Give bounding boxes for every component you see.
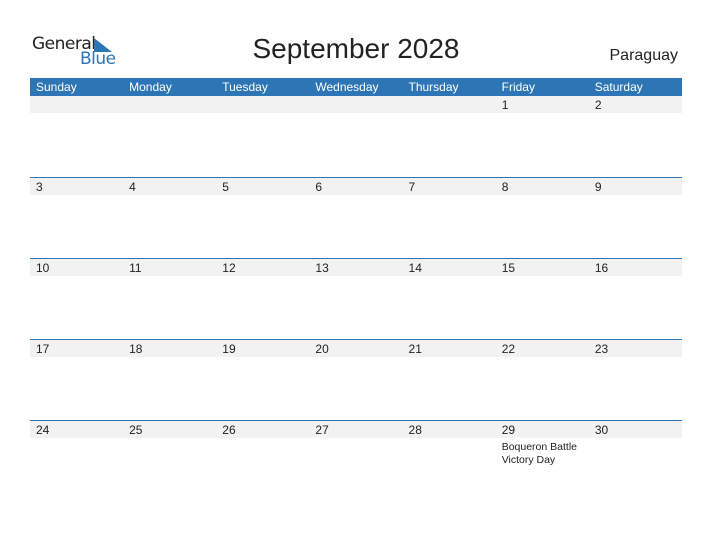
day-number: 25	[129, 423, 143, 437]
day-cell: 11	[123, 259, 216, 340]
holiday-label: Boqueron Battle Victory Day	[501, 441, 577, 466]
day-cell: 1	[496, 96, 589, 177]
day-cell: 12	[216, 259, 309, 340]
day-cell: 6	[309, 178, 402, 259]
day-cell: 20	[309, 340, 402, 421]
week-row: 10 11 12 13 14 15 16	[30, 258, 682, 340]
day-number: 10	[36, 261, 50, 275]
day-cell: 3	[30, 178, 123, 259]
weekday-thursday: Thursday	[408, 80, 459, 94]
calendar-title: September 2028	[252, 33, 460, 64]
day-cell: 9	[589, 178, 682, 259]
day-cell	[403, 96, 496, 177]
day-cell: 24	[30, 421, 123, 502]
week-row: 3 4 5 6 7 8 9	[30, 177, 682, 259]
day-number: 27	[315, 423, 329, 437]
day-cell: 26	[216, 421, 309, 502]
day-number: 13	[315, 261, 329, 275]
day-cell: 29 Boqueron Battle Victory Day	[496, 421, 589, 502]
day-number: 11	[129, 261, 142, 275]
day-cell: 18	[123, 340, 216, 421]
week-row: 24 25 26 27 28 29 Boqueron Battle Victory Day 3…	[30, 420, 682, 502]
day-cell: 25	[123, 421, 216, 502]
day-number: 4	[129, 180, 136, 194]
day-cell: 21	[403, 340, 496, 421]
day-number: 22	[501, 342, 516, 356]
day-number: 17	[36, 342, 50, 356]
weekday-wednesday: Wednesday	[315, 80, 379, 94]
day-number: 26	[222, 423, 236, 437]
day-cell: 17	[30, 340, 123, 421]
day-number: 9	[594, 180, 602, 194]
day-cell: 30	[589, 421, 682, 502]
day-cell: 4	[123, 178, 216, 259]
day-cell: 22	[496, 340, 589, 421]
day-cell: 5	[216, 178, 309, 259]
country-label: Paraguay	[609, 47, 679, 64]
day-number: 20	[315, 342, 329, 356]
weekday-friday: Friday	[501, 80, 535, 94]
day-number: 1	[501, 98, 509, 112]
day-number: 14	[408, 261, 422, 275]
day-number: 23	[594, 342, 609, 356]
day-number: 19	[222, 342, 236, 356]
day-number: 16	[594, 261, 609, 275]
day-number: 8	[501, 180, 509, 194]
day-number: 24	[36, 423, 50, 437]
day-cell	[216, 96, 309, 177]
day-cell: 16	[589, 259, 682, 340]
day-cell: 8	[496, 178, 589, 259]
day-cell: 15	[496, 259, 589, 340]
day-cell: 19	[216, 340, 309, 421]
week-row: 17 18 19 20 21 22 23	[30, 339, 682, 421]
day-cell: 27	[309, 421, 402, 502]
day-number: 5	[222, 180, 229, 194]
week-row: 12	[30, 96, 682, 177]
day-cell: 2	[589, 96, 682, 177]
day-cell	[123, 96, 216, 177]
day-number: 12	[222, 261, 236, 275]
day-number: 3	[36, 180, 43, 194]
day-cell: 23	[589, 340, 682, 421]
weekday-saturday: Saturday	[594, 80, 643, 94]
day-number: 21	[408, 342, 422, 356]
day-number: 30	[594, 423, 609, 437]
day-number: 18	[129, 342, 143, 356]
day-cell: 7	[403, 178, 496, 259]
weekday-sunday: Sunday	[36, 80, 77, 94]
day-cell: 13	[309, 259, 402, 340]
day-cell	[309, 96, 402, 177]
day-cell	[30, 96, 123, 177]
day-cell: 28	[403, 421, 496, 502]
day-number: 2	[594, 98, 602, 112]
day-number: 7	[408, 180, 416, 194]
weekday-tuesday: Tuesday	[222, 80, 268, 94]
weekday-header: Sunday Monday Tuesday Wednesday Thursday…	[30, 78, 682, 96]
day-cell: 10	[30, 259, 123, 340]
day-number: 29	[501, 423, 516, 437]
day-number: 6	[315, 180, 323, 194]
day-number: 15	[501, 261, 516, 275]
day-number: 28	[408, 423, 422, 437]
weekday-monday: Monday	[129, 80, 172, 94]
day-cell: 14	[403, 259, 496, 340]
